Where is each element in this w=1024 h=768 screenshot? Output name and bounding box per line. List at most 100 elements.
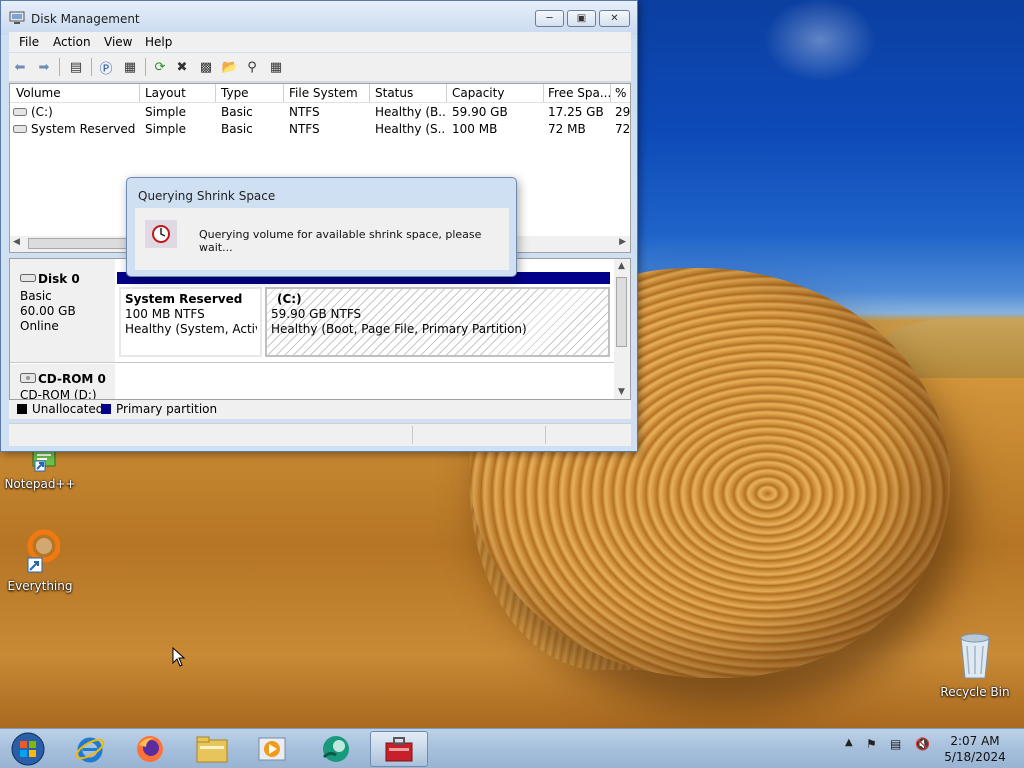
properties-view-button[interactable]: ▦ — [121, 58, 139, 76]
clock-date: 5/18/2024 — [944, 750, 1006, 764]
column-divider[interactable] — [446, 84, 447, 102]
column-header-volume[interactable]: Volume — [16, 86, 136, 100]
disk-0-label[interactable]: Disk 0 Basic 60.00 GB Online — [10, 259, 115, 363]
column-divider[interactable] — [543, 84, 544, 102]
minimize-icon: ─ — [546, 13, 553, 24]
scroll-right-icon[interactable]: ▶ — [619, 237, 626, 247]
column-divider[interactable] — [610, 84, 611, 102]
cell-free-space: 72 MB — [548, 122, 586, 136]
delete-x-icon: ✖ — [176, 59, 188, 75]
taskbar-firefox[interactable] — [122, 731, 178, 767]
partition-name: (C:) — [277, 292, 302, 306]
greenshot-icon — [322, 736, 349, 762]
column-divider[interactable] — [139, 84, 140, 102]
console-tree-icon: ▤ — [69, 59, 83, 75]
disk-status: Online — [20, 319, 59, 333]
taskbar-internet-explorer[interactable] — [62, 731, 118, 767]
show-hidden-icons-button[interactable]: ▲ — [845, 737, 853, 748]
media-player-icon — [258, 737, 286, 761]
scrollbar-thumb[interactable] — [616, 277, 627, 347]
menu-view[interactable]: View — [104, 35, 132, 49]
status-divider — [545, 426, 546, 444]
taskbar-file-explorer[interactable] — [184, 731, 240, 767]
menu-file[interactable]: File — [19, 35, 39, 49]
querying-shrink-space-dialog[interactable]: Querying Shrink Space Querying volume fo… — [126, 177, 517, 277]
disk-icon — [20, 274, 36, 282]
menu-help[interactable]: Help — [145, 35, 172, 49]
scrollbar-thumb[interactable] — [28, 238, 128, 249]
minimize-button[interactable]: ─ — [535, 10, 564, 27]
scroll-left-icon[interactable]: ◀ — [13, 237, 20, 247]
cell-status: Healthy (S... — [375, 122, 445, 136]
column-header-percent-free[interactable]: % F — [615, 86, 630, 100]
taskbar-computer-management[interactable] — [370, 731, 428, 767]
help-button[interactable]: Ⓟ — [97, 58, 115, 77]
disk-management-window[interactable]: Disk Management ─ ▣ ✕ File Action View H… — [0, 0, 638, 452]
column-header-file-system[interactable]: File System — [289, 86, 369, 100]
start-button[interactable] — [0, 731, 56, 767]
partition-legend: Unallocated Primary partition — [9, 400, 631, 419]
disk-type: Basic — [20, 289, 52, 303]
export-list-button[interactable]: ▦ — [267, 58, 285, 76]
column-header-status[interactable]: Status — [375, 86, 445, 100]
refresh-button[interactable]: ⟳ — [151, 58, 169, 76]
network-icon[interactable]: ▤ — [890, 737, 901, 751]
back-button[interactable]: ⬅ — [11, 58, 29, 76]
clock-time: 2:07 AM — [950, 734, 1000, 748]
table-row[interactable]: (C:) Simple Basic NTFS Healthy (B... 59.… — [10, 104, 630, 121]
cell-file-system: NTFS — [289, 105, 320, 119]
forward-button[interactable]: ➡ — [35, 58, 53, 76]
legend-primary-label: Primary partition — [116, 402, 218, 416]
column-header-free-space[interactable]: Free Spa... — [548, 86, 610, 100]
column-header-capacity[interactable]: Capacity — [452, 86, 542, 100]
partition-c-drive[interactable]: (C:) 59.90 GB NTFS Healthy (Boot, Page F… — [265, 287, 610, 357]
action-center-flag-icon[interactable]: ⚑ — [866, 737, 877, 751]
window-title-bar[interactable]: Disk Management ─ ▣ ✕ — [1, 1, 637, 35]
cell-file-system: NTFS — [289, 122, 320, 136]
column-divider[interactable] — [283, 84, 284, 102]
table-row[interactable]: System Reserved Simple Basic NTFS Health… — [10, 121, 630, 138]
delete-button[interactable]: ✖ — [173, 58, 191, 76]
disk-row-divider — [10, 362, 615, 363]
partition-size: 100 MB NTFS — [125, 307, 205, 321]
taskbar-clock[interactable]: 2:07 AM 5/18/2024 — [940, 733, 1010, 765]
column-divider[interactable] — [369, 84, 370, 102]
cell-free-space: 17.25 GB — [548, 105, 604, 119]
volume-muted-icon[interactable]: 🔇 — [915, 737, 930, 751]
vertical-scrollbar[interactable]: ▲ ▼ — [614, 259, 630, 399]
properties-button[interactable]: ▩ — [197, 58, 215, 76]
drive-icon — [13, 125, 27, 133]
taskbar-greenshot[interactable] — [308, 731, 364, 767]
cell-capacity: 59.90 GB — [452, 105, 508, 119]
volume-list-header: Volume Layout Type File System Status Ca… — [10, 84, 630, 103]
cdrom-0-label[interactable]: CD-ROM 0 CD-ROM (D:) — [10, 364, 115, 399]
column-header-layout[interactable]: Layout — [145, 86, 215, 100]
menu-action[interactable]: Action — [53, 35, 91, 49]
legend-swatch-unallocated — [17, 404, 27, 414]
open-folder-icon: 📂 — [221, 59, 239, 75]
open-button[interactable]: 📂 — [221, 58, 239, 76]
disk-management-app-icon — [9, 11, 25, 24]
scroll-down-icon[interactable]: ▼ — [618, 387, 625, 397]
cell-layout: Simple — [145, 122, 186, 136]
disk-graphical-view[interactable]: Disk 0 Basic 60.00 GB Online System Rese… — [9, 258, 631, 400]
column-divider[interactable] — [215, 84, 216, 102]
desktop-icon-notepadpp[interactable]: Notepad++ — [0, 448, 80, 491]
close-button[interactable]: ✕ — [599, 10, 630, 27]
show-hide-console-tree-button[interactable]: ▤ — [67, 58, 85, 76]
partition-status: Healthy (System, Active, — [125, 322, 257, 336]
clock-icon — [152, 225, 170, 243]
forward-arrow-icon: ➡ — [38, 59, 50, 75]
toolbar-separator — [145, 58, 146, 76]
dialog-title: Querying Shrink Space — [138, 189, 276, 203]
window-title: Disk Management — [31, 12, 140, 26]
cdrom-icon — [20, 373, 36, 383]
scroll-up-icon[interactable]: ▲ — [618, 261, 625, 271]
desktop-icon-everything[interactable]: Everything — [0, 528, 80, 593]
maximize-button[interactable]: ▣ — [567, 10, 596, 27]
taskbar-media-player[interactable] — [244, 731, 300, 767]
partition-system-reserved[interactable]: System Reserved 100 MB NTFS Healthy (Sys… — [119, 287, 262, 357]
desktop-icon-recycle-bin[interactable]: Recycle Bin — [935, 632, 1015, 699]
explore-button[interactable]: ⚲ — [243, 58, 261, 76]
column-header-type[interactable]: Type — [221, 86, 281, 100]
